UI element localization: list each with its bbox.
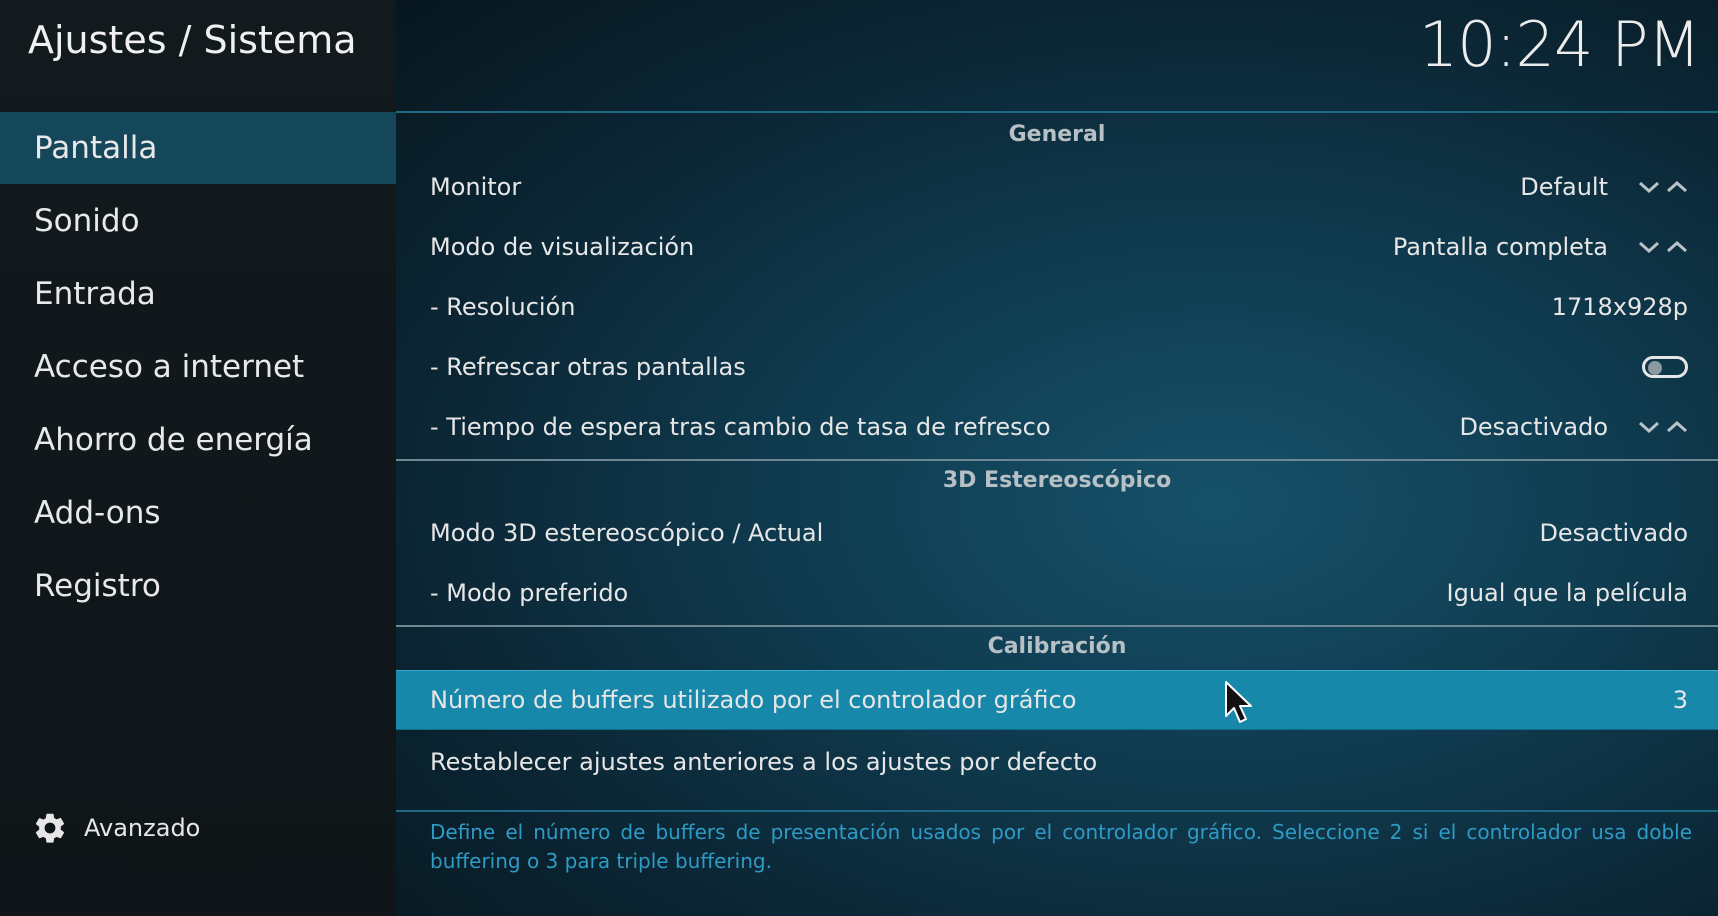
- setting-value: 1718x928p: [1551, 293, 1688, 321]
- divider: [396, 810, 1718, 812]
- setting-display-mode[interactable]: Modo de visualización Pantalla completa: [396, 217, 1718, 277]
- setting-reset-defaults[interactable]: Restablecer ajustes anteriores a los aju…: [396, 732, 1718, 792]
- advanced-settings-button[interactable]: Avanzado: [32, 806, 200, 850]
- sidebar-item-label: Entrada: [34, 276, 156, 312]
- gear-icon: [35, 813, 65, 843]
- chevron-down-icon[interactable]: [1638, 420, 1660, 434]
- sidebar-item-label: Add-ons: [34, 495, 161, 531]
- help-text: Define el número de buffers de presentac…: [430, 820, 1692, 873]
- setting-value: Default: [1520, 173, 1608, 201]
- setting-stereo-mode[interactable]: Modo 3D estereoscópico / Actual Desactiv…: [396, 503, 1718, 563]
- setting-resolution[interactable]: - Resolución 1718x928p: [396, 277, 1718, 337]
- setting-value: Desactivado: [1539, 519, 1688, 547]
- sidebar-item-pantalla[interactable]: Pantalla: [0, 112, 396, 184]
- sidebar-item-add-ons[interactable]: Add-ons: [0, 477, 396, 549]
- divider: [396, 111, 1718, 113]
- setting-label: Modo de visualización: [430, 233, 695, 261]
- setting-label: - Resolución: [430, 293, 576, 321]
- toggle-knob: [1648, 361, 1662, 375]
- chevron-down-icon[interactable]: [1638, 180, 1660, 194]
- chevron-down-icon[interactable]: [1638, 240, 1660, 254]
- settings-panel: 10:24 PM General Monitor Default Modo de…: [396, 0, 1718, 916]
- chevron-up-icon[interactable]: [1666, 180, 1688, 194]
- divider: [396, 459, 1718, 461]
- sidebar: Ajustes / Sistema Pantalla Sonido Entrad…: [0, 0, 396, 916]
- section-title-stereo: 3D Estereoscópico: [942, 468, 1172, 493]
- chevron-up-icon[interactable]: [1666, 420, 1688, 434]
- setting-value: 3: [1672, 686, 1688, 714]
- sidebar-item-ahorro-energia[interactable]: Ahorro de energía: [0, 404, 396, 476]
- setting-label: - Modo preferido: [430, 579, 629, 607]
- setting-value: Pantalla completa: [1392, 233, 1608, 261]
- page-title: Ajustes / Sistema: [28, 18, 357, 62]
- section-title-calibration: Calibración: [987, 634, 1127, 659]
- sidebar-item-label: Pantalla: [34, 130, 158, 166]
- setting-label: Restablecer ajustes anteriores a los aju…: [430, 748, 1098, 776]
- mouse-pointer-icon: [1225, 681, 1252, 723]
- sidebar-item-label: Ahorro de energía: [34, 422, 313, 458]
- sidebar-item-label: Registro: [34, 568, 161, 604]
- sidebar-item-registro[interactable]: Registro: [0, 550, 396, 622]
- setting-label: Modo 3D estereoscópico / Actual: [430, 519, 824, 547]
- toggle-switch[interactable]: [1642, 356, 1688, 378]
- sidebar-item-sonido[interactable]: Sonido: [0, 185, 396, 257]
- setting-label: Número de buffers utilizado por el contr…: [430, 686, 1077, 714]
- advanced-label: Avanzado: [84, 814, 201, 842]
- divider: [396, 625, 1718, 627]
- setting-label: - Refrescar otras pantallas: [430, 353, 746, 381]
- section-title-general: General: [1008, 122, 1106, 147]
- sidebar-item-entrada[interactable]: Entrada: [0, 258, 396, 330]
- setting-preferred-mode[interactable]: - Modo preferido Igual que la película: [396, 563, 1718, 623]
- setting-refresh-other-screens[interactable]: - Refrescar otras pantallas: [396, 337, 1718, 397]
- setting-label: - Tiempo de espera tras cambio de tasa d…: [430, 413, 1051, 441]
- setting-buffer-count[interactable]: Número de buffers utilizado por el contr…: [396, 670, 1718, 730]
- clock: 10:24 PM: [1418, 8, 1701, 81]
- sidebar-item-label: Acceso a internet: [34, 349, 305, 385]
- setting-value: Igual que la película: [1446, 579, 1689, 607]
- sidebar-item-acceso-internet[interactable]: Acceso a internet: [0, 331, 396, 403]
- setting-value: Desactivado: [1459, 413, 1608, 441]
- setting-monitor[interactable]: Monitor Default: [396, 157, 1718, 217]
- setting-refresh-delay[interactable]: - Tiempo de espera tras cambio de tasa d…: [396, 397, 1718, 457]
- sidebar-item-label: Sonido: [34, 203, 140, 239]
- chevron-up-icon[interactable]: [1666, 240, 1688, 254]
- setting-label: Monitor: [430, 173, 522, 201]
